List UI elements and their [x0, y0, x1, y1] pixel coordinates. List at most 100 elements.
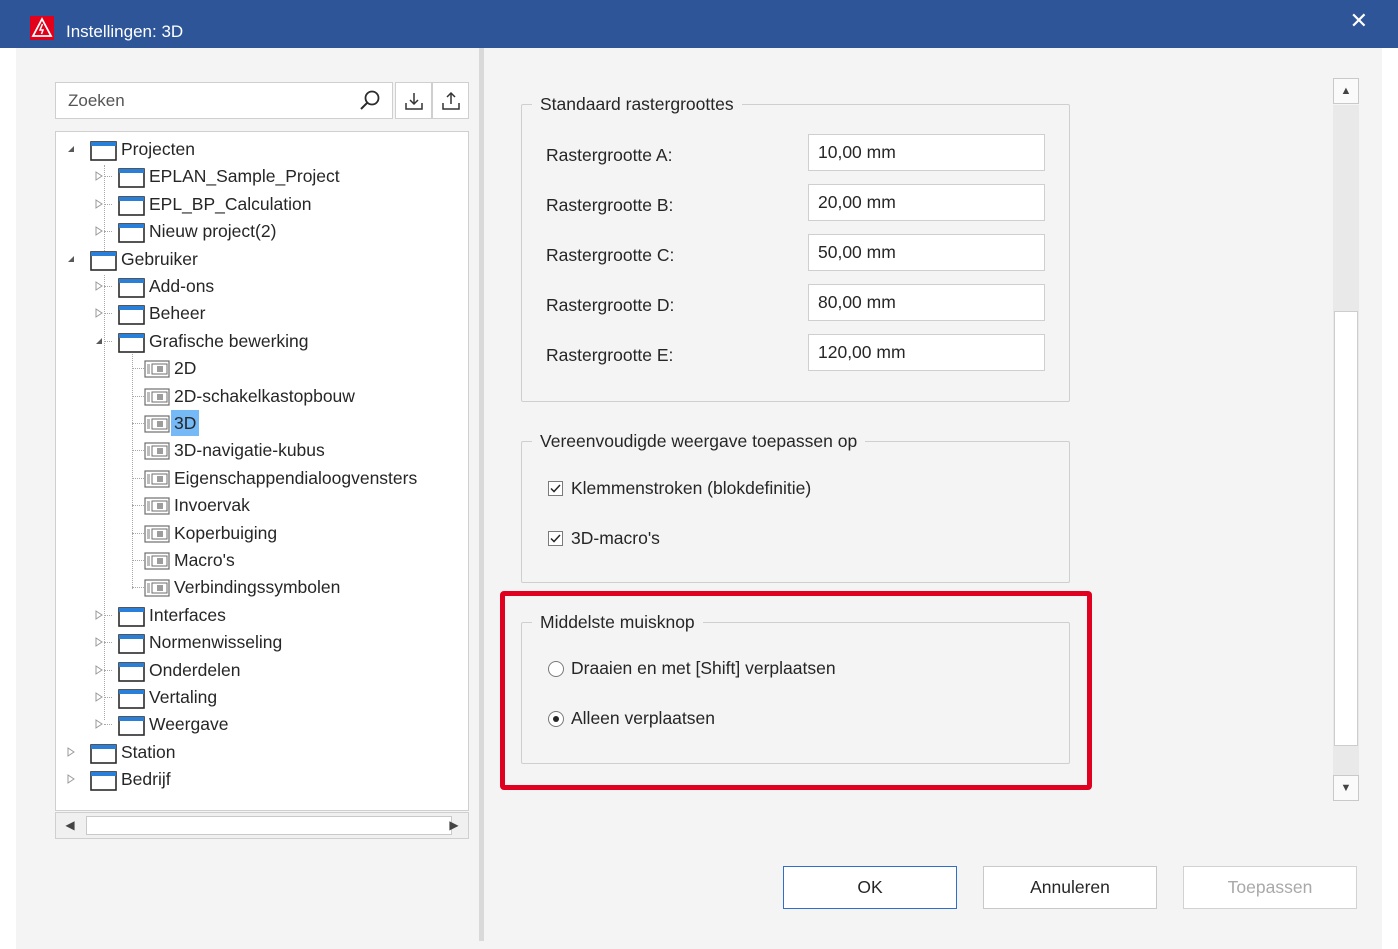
expand-arrow-icon[interactable]: [94, 691, 104, 703]
tree-connector: [104, 669, 112, 671]
expand-arrow-icon[interactable]: [94, 225, 104, 237]
collapse-arrow-icon[interactable]: [66, 253, 76, 265]
checkbox-label: 3D-macro's: [571, 528, 660, 548]
expand-arrow-icon[interactable]: [94, 280, 104, 292]
tree-horizontal-scrollbar[interactable]: ◀ ▶: [55, 812, 469, 839]
tree-folder-item[interactable]: Interfaces: [56, 602, 468, 628]
tree-folder-item[interactable]: Projecten: [56, 136, 468, 162]
scroll-right-icon[interactable]: ▶: [447, 817, 461, 833]
settings-page-icon: [144, 387, 170, 406]
collapse-arrow-icon[interactable]: [94, 335, 104, 347]
tree-page-item[interactable]: Eigenschappendialoogvensters: [56, 465, 468, 491]
folder-icon: [90, 250, 117, 271]
tree-connector: [132, 532, 144, 534]
3d-macros-checkbox[interactable]: 3D-macro's: [548, 528, 748, 550]
settings-page-icon: [144, 360, 170, 378]
folder-icon: [118, 278, 145, 298]
tree-item-label: 2D-schakelkastopbouw: [174, 385, 355, 406]
expand-arrow-icon[interactable]: [66, 773, 76, 785]
expand-arrow-icon[interactable]: [94, 636, 104, 648]
expand-arrow-icon[interactable]: [94, 307, 104, 319]
settings-page-icon: [144, 497, 170, 515]
expand-arrow-icon[interactable]: [94, 718, 104, 730]
search-icon[interactable]: [358, 89, 382, 113]
folder-icon: [118, 634, 145, 654]
tree-folder-item[interactable]: Nieuw project(2): [56, 218, 468, 244]
import-button[interactable]: [395, 82, 432, 119]
tree-folder-item[interactable]: Onderdelen: [56, 657, 468, 683]
expand-arrow-icon[interactable]: [94, 170, 104, 182]
cancel-button[interactable]: Annuleren: [983, 866, 1157, 909]
group-title: Standaard rastergroottes: [532, 92, 742, 116]
scroll-thumb[interactable]: [1334, 311, 1358, 746]
tree-item-label: Macro's: [174, 550, 235, 570]
tree-folder-item[interactable]: Vertaling: [56, 684, 468, 710]
tree-folder-item[interactable]: Add-ons: [56, 273, 468, 299]
folder-icon: [118, 606, 145, 627]
tree-item-label: 3D: [171, 410, 200, 436]
tree-folder-item[interactable]: EPLAN_Sample_Project: [56, 163, 468, 189]
tree-connector: [132, 450, 144, 452]
tree-folder-item[interactable]: Grafische bewerking: [56, 328, 468, 354]
tree-connector: [132, 477, 144, 479]
apply-button[interactable]: Toepassen: [1183, 866, 1357, 909]
tree-folder-item[interactable]: EPL_BP_Calculation: [56, 191, 468, 217]
tree-item-label: Koperbuiging: [174, 522, 278, 543]
grid-e-input[interactable]: 120,00 mm: [808, 334, 1045, 371]
scroll-thumb[interactable]: [86, 816, 452, 835]
expand-arrow-icon[interactable]: [94, 198, 104, 210]
tree-page-item[interactable]: 3D-navigatie-kubus: [56, 437, 468, 463]
folder-icon: [118, 195, 145, 216]
settings-tree[interactable]: Projecten EPLAN_Sample_Project EPL_BP_Calc…: [55, 131, 469, 811]
tree-page-item[interactable]: 3D: [56, 410, 468, 436]
tree-connector: [132, 587, 144, 589]
content-vertical-scrollbar[interactable]: ▲ ▼: [1333, 78, 1359, 802]
close-icon[interactable]: ✕: [1350, 10, 1368, 32]
terminal-strips-checkbox[interactable]: Klemmenstroken (blokdefinitie): [548, 478, 868, 500]
tree-item-label: Nieuw project(2): [149, 221, 277, 242]
collapse-arrow-icon[interactable]: [66, 143, 76, 155]
tree-item-label: Beheer: [149, 303, 206, 324]
search-field[interactable]: [55, 82, 393, 119]
tree-connector: [104, 614, 112, 616]
settings-page-icon: [144, 442, 170, 460]
tree-item-label: Interfaces: [149, 604, 226, 625]
settings-page-icon: [144, 552, 170, 570]
checkbox-box[interactable]: [548, 481, 563, 496]
tree-item-label: EPLAN_Sample_Project: [149, 166, 340, 187]
grid-b-input[interactable]: 20,00 mm: [808, 184, 1045, 221]
checkbox-box[interactable]: [548, 531, 563, 546]
tree-connector: [132, 368, 144, 370]
scroll-left-icon[interactable]: ◀: [63, 817, 77, 833]
scroll-down-icon[interactable]: ▼: [1333, 775, 1359, 801]
tree-folder-item[interactable]: Gebruiker: [56, 246, 468, 272]
tree-page-item[interactable]: 2D: [56, 355, 468, 381]
tree-folder-item[interactable]: Bedrijf: [56, 766, 468, 792]
tree-connector: [132, 505, 144, 507]
expand-arrow-icon[interactable]: [94, 609, 104, 621]
grid-c-input[interactable]: 50,00 mm: [808, 234, 1045, 271]
grid-a-input[interactable]: 10,00 mm: [808, 134, 1045, 171]
highlight-frame: [500, 591, 1092, 790]
tree-folder-item[interactable]: Normenwisseling: [56, 629, 468, 655]
ok-button[interactable]: OK: [783, 866, 957, 909]
search-input[interactable]: [68, 91, 348, 111]
tree-page-item[interactable]: 2D-schakelkastopbouw: [56, 383, 468, 409]
expand-arrow-icon[interactable]: [94, 664, 104, 676]
grid-d-input[interactable]: 80,00 mm: [808, 284, 1045, 321]
tree-folder-item[interactable]: Beheer: [56, 300, 468, 326]
tree-connector: [132, 423, 144, 424]
tree-item-label: 3D-navigatie-kubus: [174, 440, 325, 461]
tree-folder-item[interactable]: Weergave: [56, 711, 468, 737]
tree-item-label: Normenwisseling: [149, 632, 283, 653]
tree-page-item[interactable]: Invoervak: [56, 492, 468, 518]
export-button[interactable]: [432, 82, 469, 119]
scroll-up-icon[interactable]: ▲: [1333, 78, 1359, 104]
tree-page-item[interactable]: Koperbuiging: [56, 520, 468, 546]
tree-page-item[interactable]: Verbindingssymbolen: [56, 574, 468, 600]
expand-arrow-icon[interactable]: [66, 746, 76, 758]
tree-connector: [104, 286, 112, 287]
folder-icon: [118, 305, 145, 326]
tree-folder-item[interactable]: Station: [56, 739, 468, 765]
tree-page-item[interactable]: Macro's: [56, 547, 468, 573]
